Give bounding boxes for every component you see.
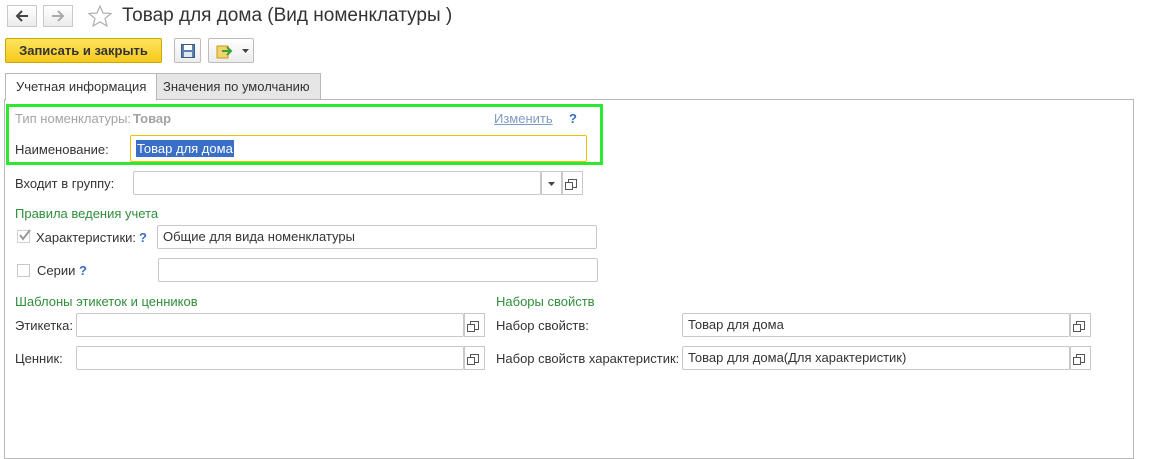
type-help-icon[interactable]: ?: [569, 111, 577, 126]
char-property-set-open-button[interactable]: [1070, 346, 1091, 370]
type-value: Товар: [133, 111, 172, 126]
tab-default-values[interactable]: Значения по умолчанию: [152, 73, 321, 100]
group-label: Входит в группу:: [15, 176, 115, 191]
characteristics-label: Характеристики:: [36, 230, 137, 245]
series-input[interactable]: [158, 258, 598, 282]
property-set-input[interactable]: Товар для дома: [682, 313, 1070, 337]
characteristics-help-icon[interactable]: ?: [139, 230, 147, 245]
open-window-icon: [1073, 354, 1085, 365]
change-type-link[interactable]: Изменить: [494, 111, 553, 126]
property-sets-heading: Наборы свойств: [496, 294, 595, 309]
price-tag-input[interactable]: [76, 346, 464, 370]
checkmark-icon: [19, 229, 31, 241]
back-button[interactable]: [7, 5, 37, 27]
name-input[interactable]: Товар для дома: [130, 135, 587, 162]
series-help-icon[interactable]: ?: [79, 263, 87, 278]
group-dropdown-button[interactable]: [541, 171, 562, 195]
arrow-left-icon: [15, 10, 28, 22]
document-arrow-icon: [216, 45, 233, 59]
name-input-value: Товар для дома: [136, 140, 234, 157]
characteristics-checkbox[interactable]: [17, 229, 31, 243]
price-tag-label: Ценник:: [15, 351, 63, 366]
star-icon[interactable]: [88, 5, 112, 27]
property-set-label: Набор свойств:: [496, 318, 589, 333]
price-tag-open-button[interactable]: [464, 346, 485, 370]
series-checkbox[interactable]: [17, 264, 30, 277]
save-and-close-button[interactable]: Записать и закрыть: [5, 38, 162, 63]
property-set-open-button[interactable]: [1070, 313, 1091, 337]
templates-heading: Шаблоны этикеток и ценников: [15, 294, 198, 309]
group-input[interactable]: [133, 171, 541, 195]
characteristics-input[interactable]: Общие для вида номенклатуры: [157, 225, 597, 249]
label-input[interactable]: [76, 313, 464, 337]
type-label: Тип номенклатуры:: [15, 111, 132, 126]
open-window-icon: [467, 321, 479, 332]
chevron-down-icon: [548, 182, 555, 186]
label-label: Этикетка:: [15, 318, 73, 333]
tab-accounting-info[interactable]: Учетная информация: [5, 73, 158, 101]
open-window-icon: [467, 354, 479, 365]
chevron-down-icon: [242, 49, 249, 53]
series-label: Серии: [37, 263, 76, 278]
name-label: Наименование:: [15, 142, 109, 157]
label-open-button[interactable]: [464, 313, 485, 337]
open-window-icon: [1073, 321, 1085, 332]
char-property-set-label: Набор свойств характеристик:: [496, 351, 680, 366]
char-property-set-input[interactable]: Товар для дома(Для характеристик): [682, 346, 1070, 370]
accounting-rules-heading: Правила ведения учета: [15, 206, 159, 221]
save-button[interactable]: [174, 38, 201, 63]
window-title: Товар для дома (Вид номенклатуры ): [122, 5, 453, 26]
open-window-icon: [565, 179, 577, 190]
actions-menu-button[interactable]: [208, 38, 254, 63]
forward-button[interactable]: [43, 5, 73, 27]
group-open-button[interactable]: [562, 171, 583, 195]
floppy-disk-icon: [181, 44, 195, 58]
arrow-right-icon: [52, 10, 65, 22]
